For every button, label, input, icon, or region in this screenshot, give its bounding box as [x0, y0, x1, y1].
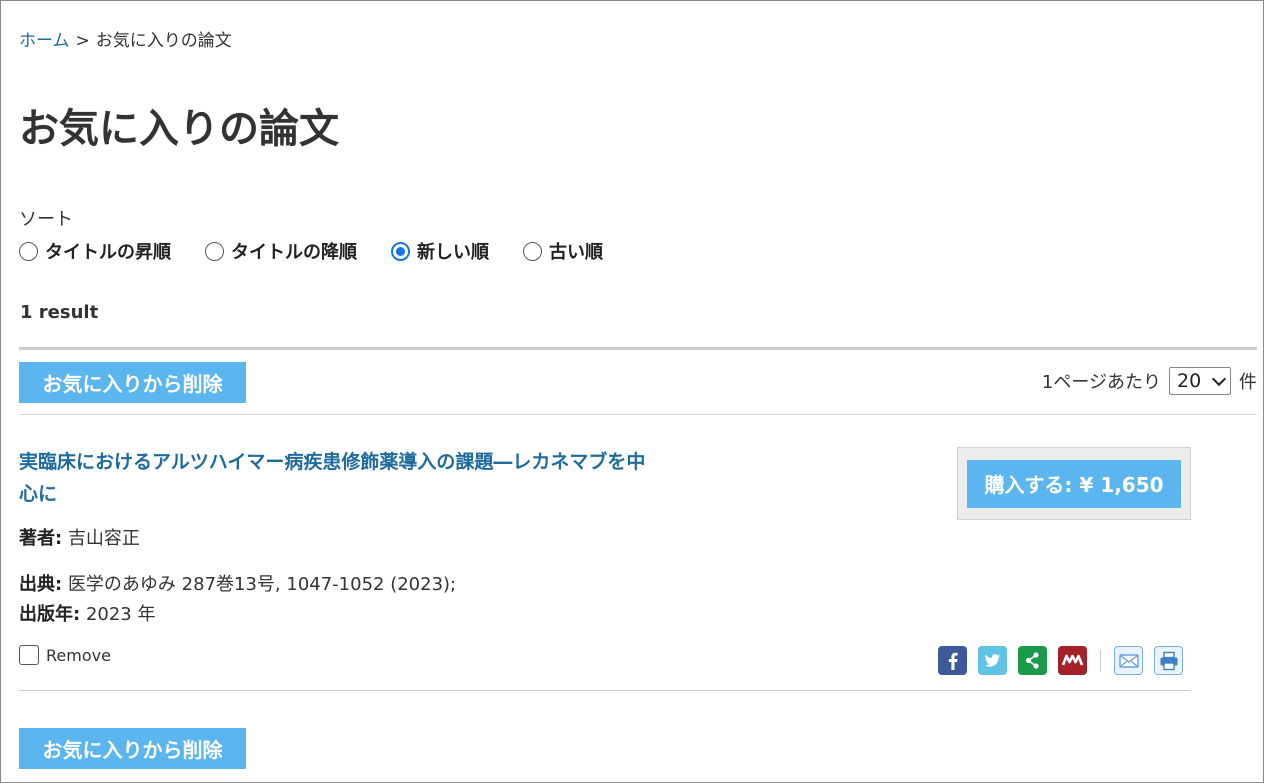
- mixi-icon[interactable]: [1058, 646, 1087, 675]
- remove-checkbox-row[interactable]: Remove: [19, 645, 111, 665]
- year-label: 出版年:: [19, 604, 81, 625]
- year-value: 2023 年: [85, 604, 156, 625]
- sort-option-newest[interactable]: 新しい順: [391, 238, 489, 264]
- buy-button[interactable]: 購入する: ¥ 1,650: [967, 459, 1181, 508]
- radio-button[interactable]: [205, 241, 224, 261]
- divider: [19, 347, 1257, 350]
- remove-checkbox-label: Remove: [46, 645, 111, 665]
- divider: [19, 414, 1257, 415]
- radio-button[interactable]: [19, 241, 38, 261]
- breadcrumb-home-link[interactable]: ホーム: [19, 31, 70, 51]
- result-count: 1 result: [20, 302, 99, 323]
- breadcrumb-current: お気に入りの論文: [95, 31, 232, 51]
- article-title-link[interactable]: 実臨床におけるアルツハイマー病疾患修飾薬導入の課題―レカネマブを中心に: [19, 446, 659, 510]
- article-year: 出版年: 2023 年: [19, 600, 155, 626]
- per-page-control: 1ページあたり 20 件: [1042, 367, 1257, 395]
- sort-option-title-desc[interactable]: タイトルの降順: [205, 238, 357, 264]
- per-page-value: 20: [1177, 370, 1202, 392]
- remove-checkbox[interactable]: [19, 645, 39, 665]
- article-authors: 著者: 吉山容正: [19, 524, 140, 550]
- per-page-select[interactable]: 20: [1169, 367, 1231, 395]
- sort-label: ソート: [19, 209, 73, 230]
- buy-panel: 購入する: ¥ 1,650: [957, 447, 1191, 520]
- sort-options: タイトルの昇順 タイトルの降順 新しい順 古い順: [19, 238, 637, 264]
- print-icon[interactable]: [1154, 646, 1183, 675]
- sort-option-oldest[interactable]: 古い順: [523, 238, 603, 264]
- divider: [19, 690, 1191, 691]
- sort-option-label: タイトルの昇順: [45, 242, 171, 263]
- twitter-icon[interactable]: [978, 646, 1007, 675]
- sort-option-label: 古い順: [549, 242, 603, 263]
- facebook-icon[interactable]: [938, 646, 967, 675]
- radio-button-selected[interactable]: [391, 241, 410, 261]
- sort-option-title-asc[interactable]: タイトルの昇順: [19, 238, 171, 264]
- breadcrumb-separator: >: [75, 31, 90, 51]
- sort-option-label: タイトルの降順: [231, 242, 357, 263]
- breadcrumb: ホーム > お気に入りの論文: [19, 26, 232, 51]
- page-title: お気に入りの論文: [19, 106, 339, 152]
- share-divider: [1100, 649, 1101, 672]
- radio-button[interactable]: [523, 241, 542, 261]
- mail-icon[interactable]: [1114, 646, 1143, 675]
- source-value: 医学のあゆみ 287巻13号, 1047-1052 (2023);: [67, 574, 457, 595]
- article-source: 出典: 医学のあゆみ 287巻13号, 1047-1052 (2023);: [19, 570, 456, 596]
- source-label: 出典:: [19, 574, 63, 595]
- remove-from-favorites-button[interactable]: お気に入りから削除: [19, 728, 246, 769]
- sort-option-label: 新しい順: [417, 242, 489, 263]
- authors-value: 吉山容正: [67, 528, 140, 549]
- remove-from-favorites-button[interactable]: お気に入りから削除: [19, 362, 246, 403]
- per-page-prefix: 1ページあたり: [1041, 372, 1161, 393]
- share-toolbar: [938, 646, 1194, 675]
- share-icon[interactable]: [1018, 646, 1047, 675]
- per-page-suffix: 件: [1239, 372, 1257, 393]
- authors-label: 著者:: [19, 528, 63, 549]
- chevron-down-icon: [1211, 371, 1227, 386]
